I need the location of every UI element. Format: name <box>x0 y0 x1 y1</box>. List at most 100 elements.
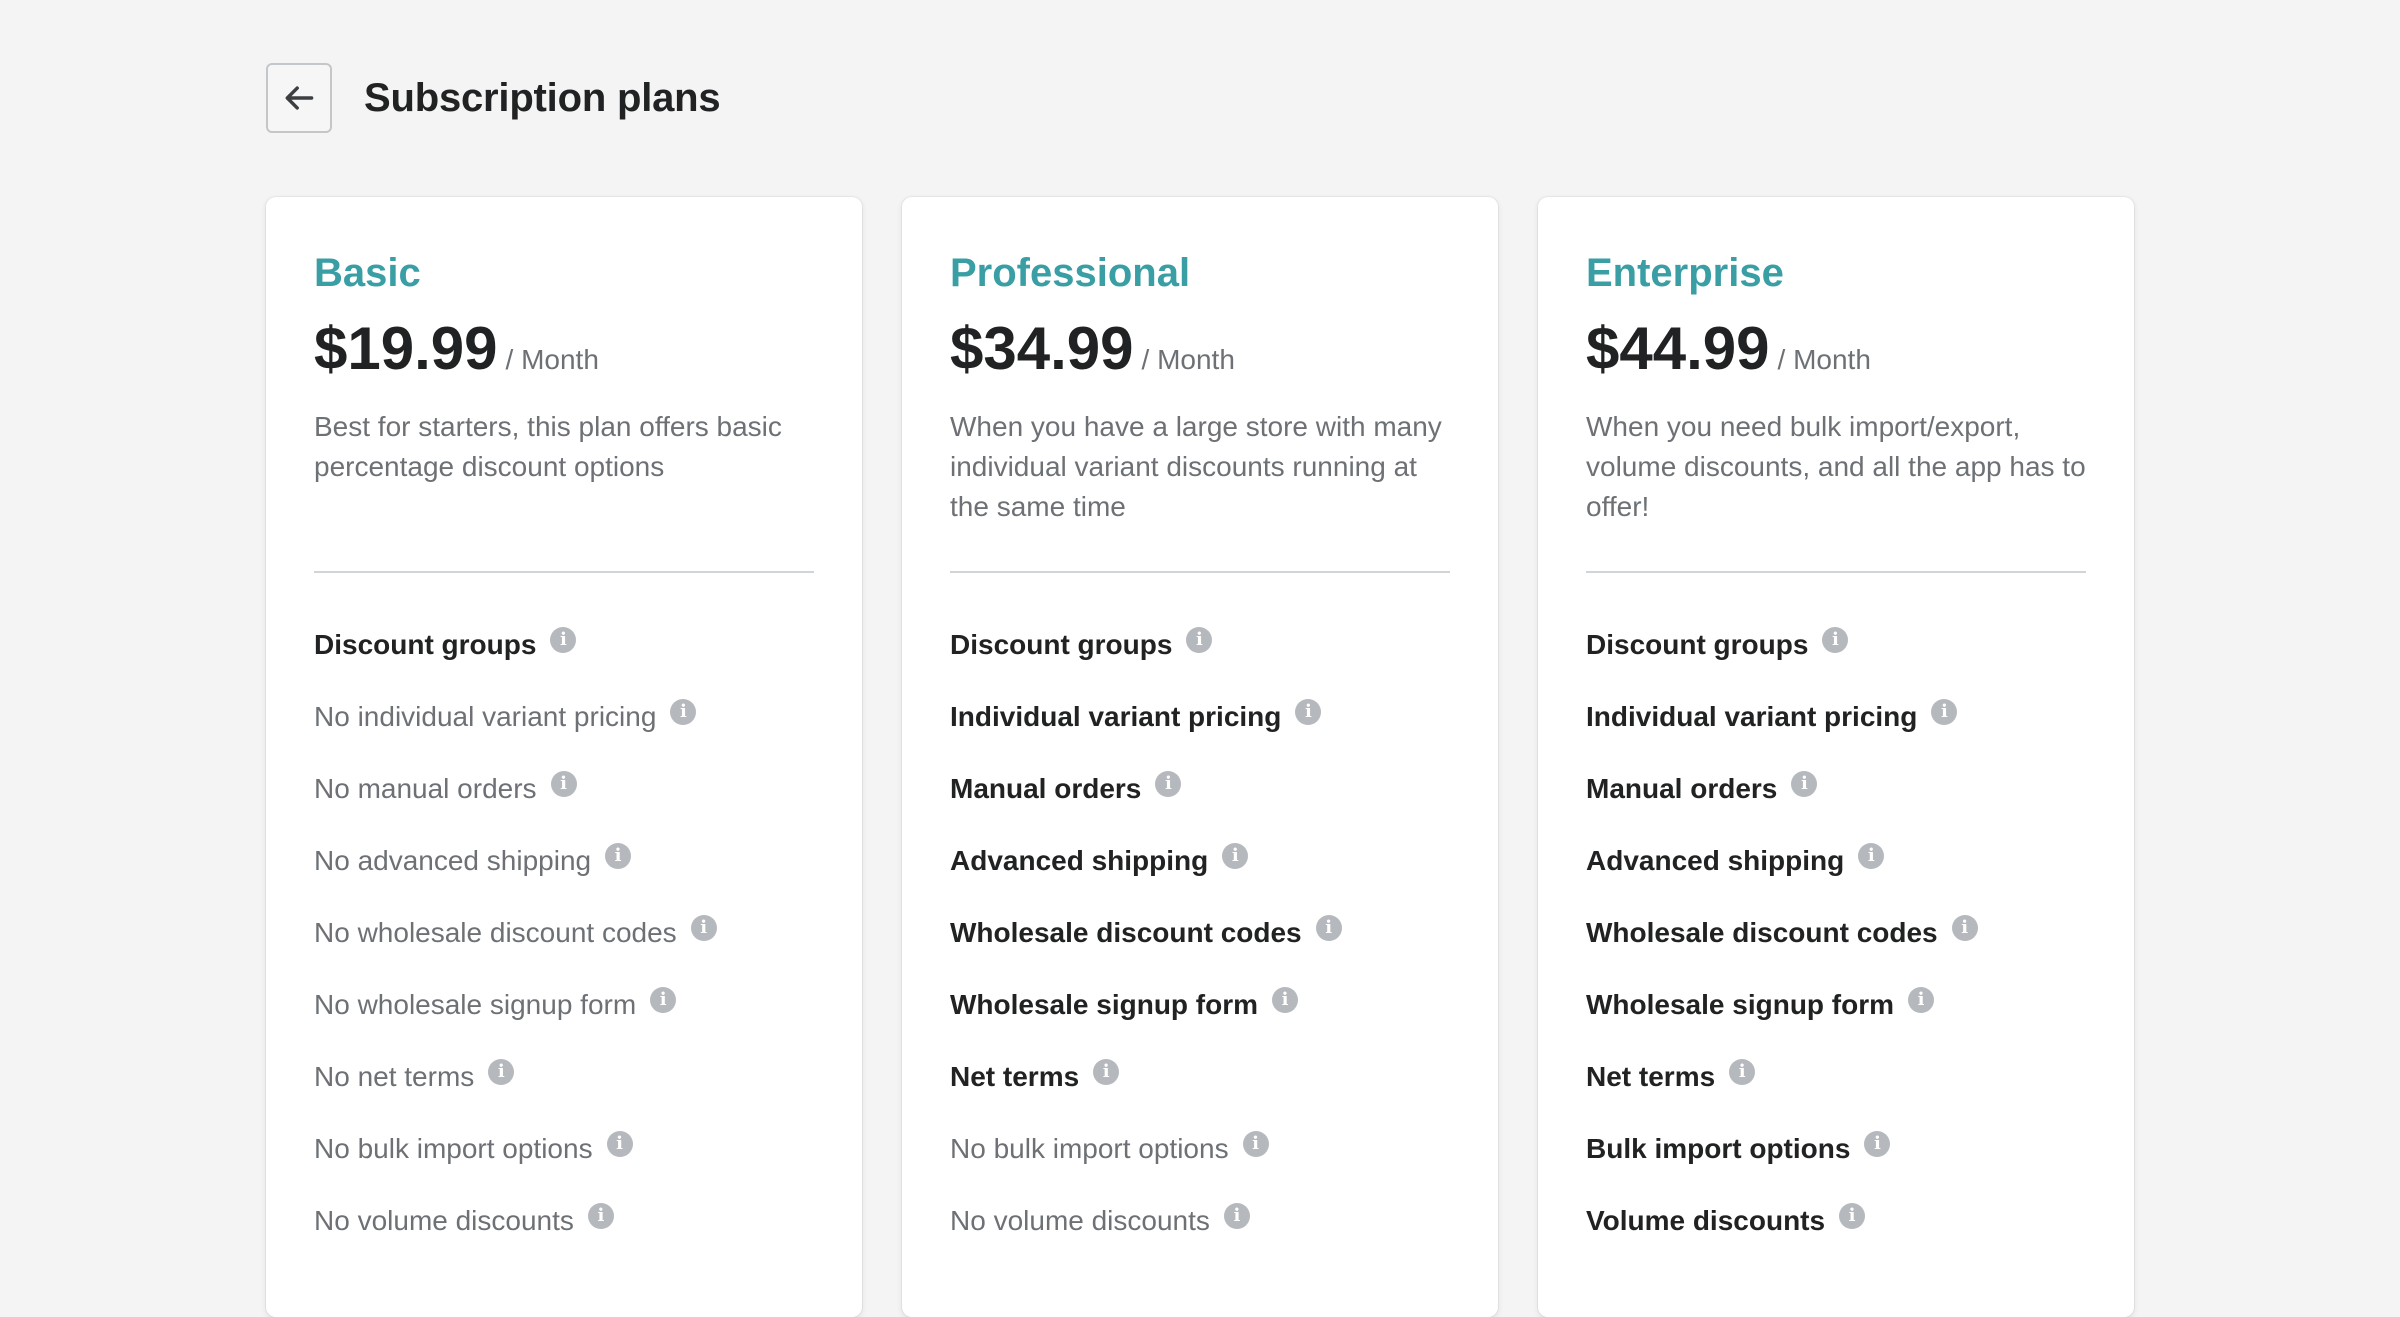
feature-item: Net terms i <box>1586 1041 2086 1113</box>
feature-item: No bulk import options i <box>950 1113 1450 1185</box>
feature-label: Manual orders <box>1586 773 1778 804</box>
feature-list: Discount groups i No individual variant pr… <box>314 609 814 1257</box>
feature-list: Discount groups i Individual variant prici… <box>950 609 1450 1257</box>
arrow-left-icon <box>285 86 314 110</box>
feature-label: Wholesale discount codes <box>1586 917 1938 948</box>
feature-label: No bulk import options <box>950 1133 1229 1164</box>
info-icon[interactable]: i <box>670 699 697 725</box>
plan-name: Enterprise <box>1586 251 1784 295</box>
feature-label: No wholesale signup form <box>314 989 637 1020</box>
feature-item: No wholesale discount codes i <box>314 897 814 969</box>
price-row: $19.99 / Month <box>314 313 814 385</box>
feature-item: Bulk import options i <box>1586 1113 2086 1185</box>
plan-price: $44.99 <box>1586 315 1770 382</box>
feature-label: Wholesale signup form <box>1586 989 1895 1020</box>
plan-description: When you have a large store with many in… <box>950 411 1442 522</box>
info-icon[interactable]: i <box>690 915 717 941</box>
feature-item: No volume discounts i <box>314 1185 814 1257</box>
info-icon[interactable]: i <box>1272 987 1299 1013</box>
info-icon[interactable]: i <box>650 987 677 1013</box>
feature-item: No manual orders i <box>314 753 814 825</box>
feature-item: Individual variant pricing i <box>1586 681 2086 753</box>
info-icon[interactable]: i <box>1155 771 1182 797</box>
info-icon[interactable]: i <box>1295 699 1322 725</box>
feature-item: Manual orders i <box>1586 753 2086 825</box>
feature-label: No wholesale discount codes <box>314 917 677 948</box>
info-icon[interactable]: i <box>1822 627 1849 653</box>
plan-price: $19.99 <box>314 315 498 382</box>
feature-item: No bulk import options i <box>314 1113 814 1185</box>
price-row: $44.99 / Month <box>1586 313 2086 385</box>
feature-label: Wholesale signup form <box>950 989 1259 1020</box>
info-icon[interactable]: i <box>606 1131 633 1157</box>
info-icon[interactable]: i <box>1931 699 1958 725</box>
divider <box>950 571 1450 573</box>
info-icon[interactable]: i <box>1908 987 1935 1013</box>
plan-card-professional: Professional $34.99 / Month When you hav… <box>902 197 1498 1317</box>
feature-label: No advanced shipping <box>314 845 592 876</box>
info-icon[interactable]: i <box>1858 843 1885 869</box>
info-icon[interactable]: i <box>1864 1131 1891 1157</box>
feature-item: Advanced shipping i <box>950 825 1450 897</box>
info-icon[interactable]: i <box>550 627 577 653</box>
feature-label: Discount groups <box>1586 629 1809 660</box>
divider <box>314 571 814 573</box>
info-icon[interactable]: i <box>550 771 577 797</box>
info-icon[interactable]: i <box>1093 1059 1120 1085</box>
feature-label: Bulk import options <box>1586 1133 1851 1164</box>
feature-item: No individual variant pricing i <box>314 681 814 753</box>
feature-label: Advanced shipping <box>1586 845 1845 876</box>
plans-list: Basic $19.99 / Month Best for starters, … <box>266 197 2134 1317</box>
feature-item: Discount groups i <box>950 609 1450 681</box>
info-icon[interactable]: i <box>1222 843 1249 869</box>
feature-item: No wholesale signup form i <box>314 969 814 1041</box>
feature-label: Discount groups <box>314 629 537 660</box>
info-icon[interactable]: i <box>1242 1131 1269 1157</box>
feature-label: No individual variant pricing <box>314 701 657 732</box>
info-icon[interactable]: i <box>1791 771 1818 797</box>
feature-item: Advanced shipping i <box>1586 825 2086 897</box>
feature-item: No volume discounts i <box>950 1185 1450 1257</box>
page-title: Subscription plans <box>364 75 721 120</box>
feature-label: Discount groups <box>950 629 1173 660</box>
info-icon[interactable]: i <box>587 1203 614 1229</box>
feature-item: No advanced shipping i <box>314 825 814 897</box>
divider <box>1586 571 2086 573</box>
info-icon[interactable]: i <box>1223 1203 1250 1229</box>
info-icon[interactable]: i <box>1729 1059 1756 1085</box>
feature-label: No volume discounts <box>950 1205 1210 1236</box>
plan-period: / Month <box>1777 344 1871 375</box>
info-icon[interactable]: i <box>605 843 632 869</box>
feature-label: Advanced shipping <box>950 845 1209 876</box>
feature-item: Wholesale signup form i <box>950 969 1450 1041</box>
feature-item: Individual variant pricing i <box>950 681 1450 753</box>
feature-label: No bulk import options <box>314 1133 593 1164</box>
info-icon[interactable]: i <box>1186 627 1213 653</box>
back-button[interactable] <box>266 63 332 133</box>
feature-label: No manual orders <box>314 773 537 804</box>
feature-label: No net terms <box>314 1061 475 1092</box>
price-row: $34.99 / Month <box>950 313 1450 385</box>
feature-item: Net terms i <box>950 1041 1450 1113</box>
plan-description: When you need bulk import/export, volume… <box>1586 411 2086 522</box>
feature-label: Net terms <box>1586 1061 1716 1092</box>
plan-period: / Month <box>505 344 599 375</box>
plan-description: Best for starters, this plan offers basi… <box>314 411 782 482</box>
plan-price: $34.99 <box>950 315 1134 382</box>
info-icon[interactable]: i <box>488 1059 515 1085</box>
feature-label: Individual variant pricing <box>1586 701 1918 732</box>
feature-label: Wholesale discount codes <box>950 917 1302 948</box>
feature-item: Discount groups i <box>314 609 814 681</box>
feature-label: Volume discounts <box>1586 1205 1826 1236</box>
feature-item: Discount groups i <box>1586 609 2086 681</box>
feature-item: No net terms i <box>314 1041 814 1113</box>
plan-card-basic: Basic $19.99 / Month Best for starters, … <box>266 197 862 1317</box>
info-icon[interactable]: i <box>1315 915 1342 941</box>
feature-item: Manual orders i <box>950 753 1450 825</box>
feature-label: Individual variant pricing <box>950 701 1282 732</box>
plan-name: Basic <box>314 251 421 295</box>
plan-card-enterprise: Enterprise $44.99 / Month When you need … <box>1538 197 2134 1317</box>
info-icon[interactable]: i <box>1951 915 1978 941</box>
info-icon[interactable]: i <box>1839 1203 1866 1229</box>
plan-period: / Month <box>1141 344 1235 375</box>
